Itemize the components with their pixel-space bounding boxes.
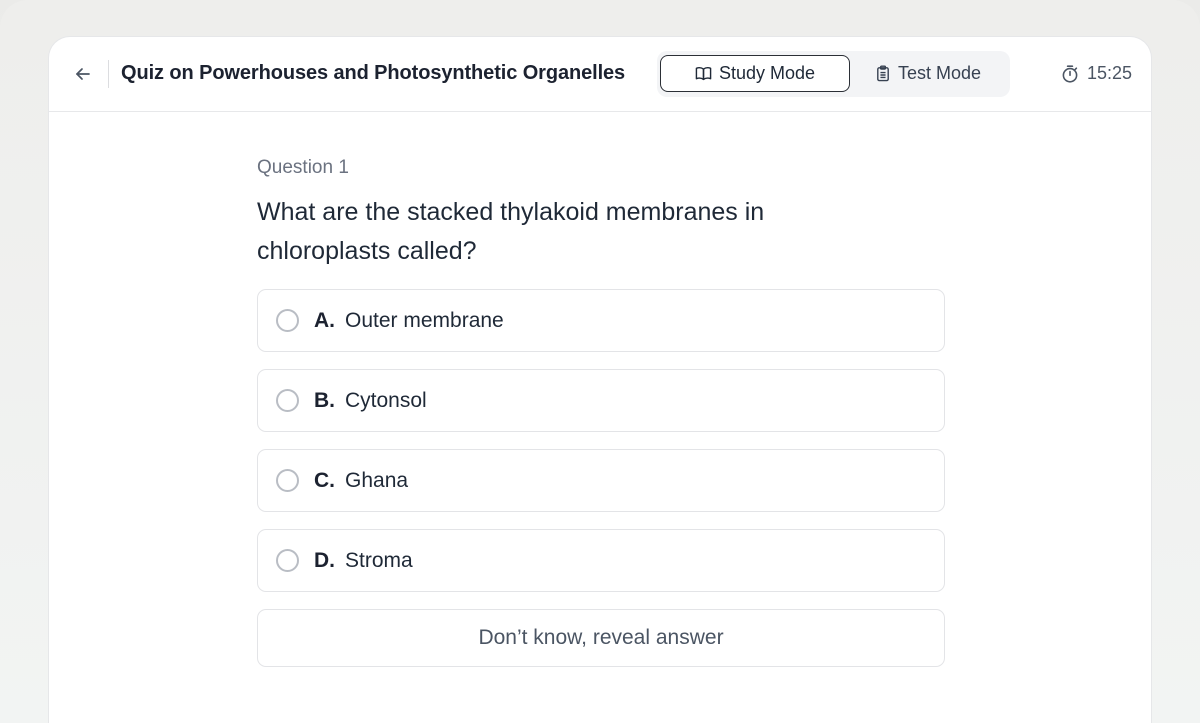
option-letter: D.	[314, 548, 335, 572]
question-panel: Question 1 What are the stacked thylakoi…	[257, 157, 945, 667]
option-c[interactable]: C. Ghana	[257, 449, 945, 512]
quiz-header: Quiz on Powerhouses and Photosynthetic O…	[49, 37, 1151, 112]
stopwatch-icon	[1060, 64, 1080, 84]
option-text: Cytonsol	[345, 388, 427, 412]
option-text: Ghana	[345, 468, 409, 492]
question-text: What are the stacked thylakoid membranes…	[257, 198, 765, 265]
study-mode-label: Study Mode	[718, 63, 816, 83]
timer-value: 15:25	[1086, 63, 1132, 83]
arrow-left-icon	[73, 64, 93, 84]
radio-button[interactable]	[276, 549, 299, 572]
book-open-icon	[695, 65, 712, 82]
reveal-answer-button[interactable]: Don’t know, reveal answer	[257, 609, 945, 667]
test-mode-button[interactable]: Test Mode	[853, 55, 1003, 92]
timer: 15:25	[1060, 63, 1132, 84]
option-letter: A.	[314, 308, 335, 332]
option-letter: B.	[314, 388, 335, 412]
quiz-title: Quiz on Powerhouses and Photosynthetic O…	[121, 62, 626, 84]
clipboard-icon	[875, 65, 891, 82]
question-number: Question 1	[257, 157, 349, 178]
back-button[interactable]	[69, 61, 97, 87]
answer-options: A. Outer membrane B. Cytonsol C. Ghana D…	[257, 289, 945, 592]
radio-button[interactable]	[276, 389, 299, 412]
option-text: Outer membrane	[345, 308, 504, 332]
radio-button[interactable]	[276, 469, 299, 492]
option-d[interactable]: D. Stroma	[257, 529, 945, 592]
radio-button[interactable]	[276, 309, 299, 332]
option-text: Stroma	[345, 548, 413, 572]
option-b[interactable]: B. Cytonsol	[257, 369, 945, 432]
test-mode-label: Test Mode	[897, 63, 982, 83]
study-mode-button[interactable]: Study Mode	[660, 55, 850, 92]
quiz-window: Quiz on Powerhouses and Photosynthetic O…	[48, 36, 1152, 723]
option-a[interactable]: A. Outer membrane	[257, 289, 945, 352]
header-divider	[108, 60, 109, 88]
option-letter: C.	[314, 468, 335, 492]
mode-switch: Study Mode Test Mode	[657, 51, 1010, 97]
